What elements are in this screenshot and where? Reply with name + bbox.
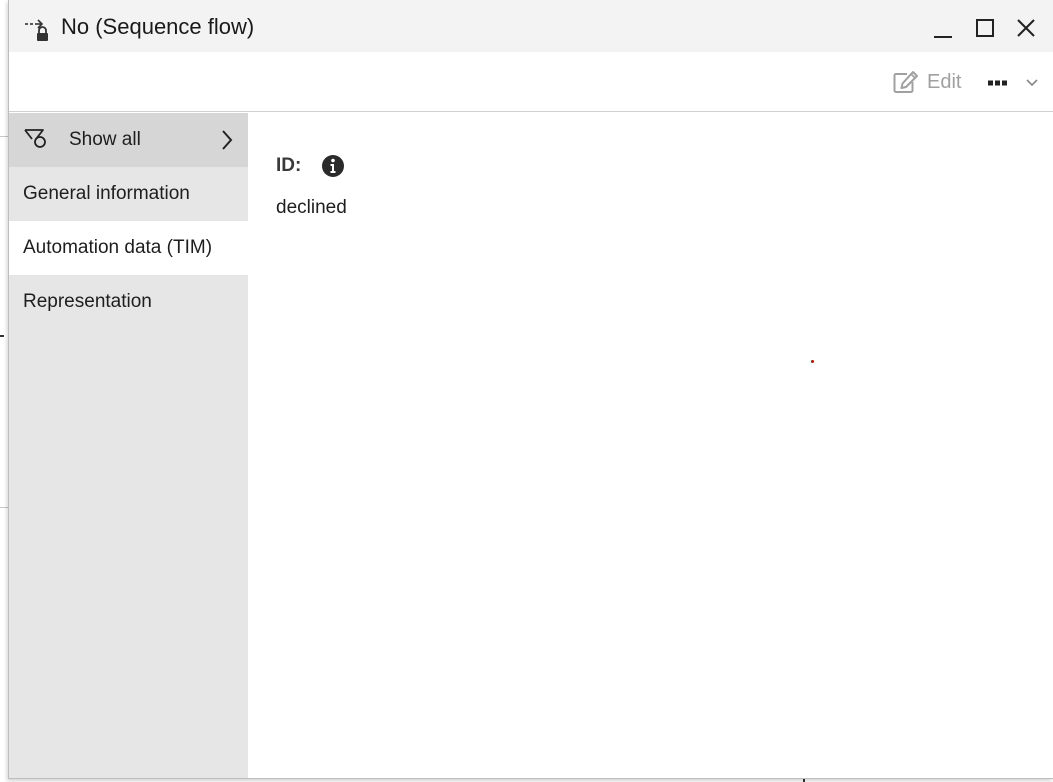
filter-icon bbox=[24, 129, 46, 148]
background-canvas-edge bbox=[0, 0, 8, 782]
properties-dialog: No (Sequence flow) Edit Show all General… bbox=[8, 0, 1053, 779]
details-panel: ID: declined bbox=[249, 113, 1053, 778]
title-bar[interactable]: No (Sequence flow) bbox=[9, 0, 1053, 52]
sidebar-item-label: General information bbox=[23, 183, 190, 204]
close-icon bbox=[1017, 19, 1035, 37]
show-all-button[interactable]: Show all bbox=[9, 113, 248, 167]
sidebar-item-representation[interactable]: Representation bbox=[9, 275, 248, 329]
id-field-label: ID: bbox=[276, 155, 302, 176]
close-button[interactable] bbox=[1012, 14, 1040, 42]
chevron-down-icon bbox=[1026, 79, 1038, 87]
minimize-button[interactable] bbox=[929, 14, 957, 42]
ellipsis-icon bbox=[988, 80, 1007, 86]
edit-button[interactable]: Edit bbox=[893, 68, 961, 96]
maximize-icon bbox=[976, 19, 994, 37]
id-field-value: declined bbox=[276, 197, 347, 218]
cursor-marker bbox=[811, 360, 814, 363]
toolbar: Edit bbox=[9, 52, 1053, 112]
sequence-flow-locked-icon bbox=[24, 15, 52, 43]
more-actions-button[interactable] bbox=[987, 70, 1043, 96]
sidebar-item-general-information[interactable]: General information bbox=[9, 167, 248, 221]
window-title: No (Sequence flow) bbox=[61, 14, 255, 39]
show-all-label: Show all bbox=[69, 129, 141, 150]
background-divider bbox=[0, 507, 8, 508]
edit-icon bbox=[893, 71, 918, 93]
minimize-icon bbox=[934, 36, 952, 38]
maximize-button[interactable] bbox=[971, 14, 999, 42]
sidebar-item-automation-data[interactable]: Automation data (TIM) bbox=[9, 221, 248, 275]
chevron-right-icon bbox=[222, 130, 233, 150]
info-icon[interactable] bbox=[321, 154, 345, 178]
sidebar-item-label: Automation data (TIM) bbox=[23, 237, 213, 258]
sidebar-item-label: Representation bbox=[23, 291, 152, 312]
edit-label: Edit bbox=[927, 70, 962, 93]
sidebar-nav: Show all General information Automation … bbox=[9, 113, 248, 778]
background-divider bbox=[0, 136, 8, 137]
background-arrow-tick bbox=[0, 335, 4, 337]
